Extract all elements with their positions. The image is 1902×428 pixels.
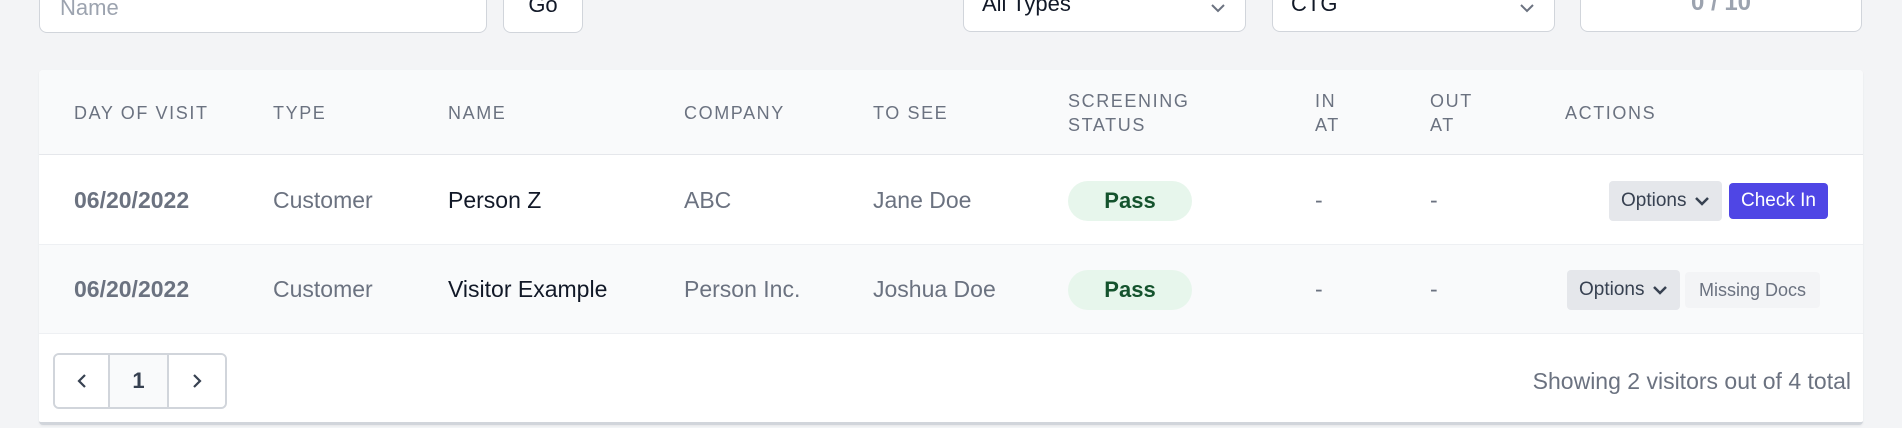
cell-out-at: - [1430, 187, 1438, 213]
header-day-of-visit-label: DAY OF VISIT [74, 102, 209, 123]
header-actions: ACTIONS [1565, 70, 1656, 155]
cell-type: Customer [273, 276, 373, 302]
page-number-button[interactable]: 1 [110, 355, 169, 407]
go-button[interactable]: Go [503, 0, 583, 33]
visitor-counter-value: 0 / 10 [1690, 0, 1752, 16]
chevron-down-icon [1211, 4, 1225, 13]
visitors-table-card: DAY OF VISIT TYPE NAME COMPANY TO SEE SC… [39, 70, 1863, 425]
type-filter-select[interactable]: All Types [963, 0, 1246, 32]
cell-company: ABC [684, 187, 732, 213]
status-badge: Pass [1068, 269, 1192, 310]
next-page-button[interactable] [169, 355, 225, 407]
header-out-at-line2: AT [1430, 114, 1455, 135]
header-in-at-line2: AT [1315, 114, 1340, 135]
pagination: 1 [53, 353, 227, 409]
go-button-label: Go [528, 0, 558, 17]
header-in-at-line1: IN [1315, 90, 1337, 111]
header-day-of-visit[interactable]: DAY OF VISIT [74, 70, 209, 155]
previous-page-button[interactable] [55, 355, 110, 407]
header-name[interactable]: NAME [448, 70, 506, 155]
type-filter-value: All Types [982, 0, 1071, 16]
visitor-counter: 0 / 10 [1580, 0, 1862, 32]
cell-name: Visitor Example [448, 276, 608, 302]
cell-day: 06/20/2022 [74, 187, 190, 213]
header-type[interactable]: TYPE [273, 70, 326, 155]
header-to-see-label: TO SEE [873, 102, 949, 123]
missing-docs-badge: Missing Docs [1685, 272, 1821, 308]
check-in-button-label: Check In [1741, 190, 1816, 211]
missing-docs-label: Missing Docs [1699, 279, 1807, 300]
cell-name: Person Z [448, 187, 542, 213]
chevron-down-icon [1695, 197, 1710, 206]
options-button[interactable]: Options [1609, 181, 1723, 221]
cell-in-at: - [1315, 276, 1323, 302]
status-badge: Pass [1068, 180, 1192, 221]
header-actions-label: ACTIONS [1565, 102, 1657, 123]
table-row: 06/20/2022 Customer Person Z ABC Jane Do… [39, 156, 1863, 245]
chevron-left-icon [76, 374, 86, 388]
cell-company: Person Inc. [684, 276, 801, 302]
cell-to-see: Joshua Doe [873, 276, 996, 302]
header-to-see[interactable]: TO SEE [873, 70, 948, 155]
cell-type: Customer [273, 187, 373, 213]
header-company-label: COMPANY [684, 102, 785, 123]
table-footer: 1 Showing 2 visitors out of 4 total [39, 335, 1863, 422]
header-screening-status-line2: STATUS [1068, 114, 1146, 135]
cell-screening-status: Pass [1068, 245, 1192, 334]
header-type-label: TYPE [273, 102, 327, 123]
options-button-label: Options [1621, 190, 1687, 211]
check-in-button[interactable]: Check In [1729, 183, 1828, 219]
filter-bar: Go All Types CTG 0 / 10 [0, 0, 1902, 40]
header-screening-status-line1: SCREENING [1068, 90, 1190, 111]
options-button-label: Options [1579, 279, 1645, 300]
chevron-down-icon [1520, 4, 1534, 13]
chevron-down-icon [1653, 286, 1668, 295]
header-out-at[interactable]: OUT AT [1430, 70, 1473, 155]
site-filter-select[interactable]: CTG [1272, 0, 1555, 32]
header-company[interactable]: COMPANY [684, 70, 785, 155]
site-filter-value: CTG [1291, 0, 1338, 16]
header-screening-status[interactable]: SCREENING STATUS [1068, 70, 1189, 155]
header-out-at-line1: OUT [1430, 90, 1473, 111]
header-in-at[interactable]: IN AT [1315, 70, 1340, 155]
chevron-right-icon [193, 374, 202, 388]
results-summary: Showing 2 visitors out of 4 total [1532, 367, 1851, 394]
table-row: 06/20/2022 Customer Visitor Example Pers… [39, 245, 1863, 334]
cell-out-at: - [1430, 276, 1438, 302]
cell-day: 06/20/2022 [74, 276, 190, 302]
page-number-label: 1 [132, 368, 145, 393]
name-search-input[interactable] [39, 0, 487, 33]
cell-screening-status: Pass [1068, 156, 1192, 245]
header-name-label: NAME [448, 102, 507, 123]
table-header: DAY OF VISIT TYPE NAME COMPANY TO SEE SC… [39, 70, 1863, 155]
cell-to-see: Jane Doe [873, 187, 972, 213]
options-button[interactable]: Options [1567, 270, 1681, 310]
cell-in-at: - [1315, 187, 1323, 213]
